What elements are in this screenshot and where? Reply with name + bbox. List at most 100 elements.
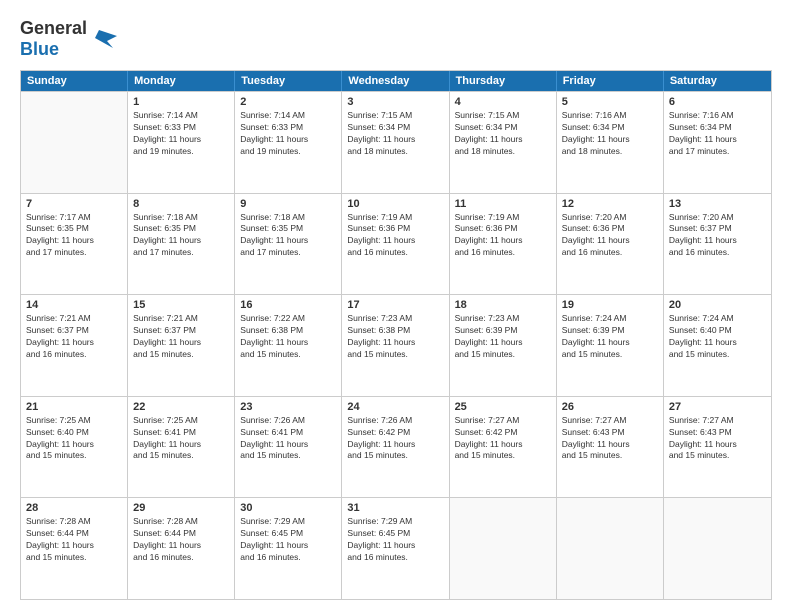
day-info-3: Sunrise: 7:15 AMSunset: 6:34 PMDaylight:… xyxy=(347,110,443,158)
day-16: 16Sunrise: 7:22 AMSunset: 6:38 PMDayligh… xyxy=(235,295,342,396)
day-number-13: 13 xyxy=(669,198,766,210)
dow-sunday: Sunday xyxy=(21,71,128,91)
logo-blue: Blue xyxy=(20,39,59,59)
day-info-19: Sunrise: 7:24 AMSunset: 6:39 PMDaylight:… xyxy=(562,313,658,361)
day-5: 5 Sunrise: 7:16 AMSunset: 6:34 PMDaylight… xyxy=(557,92,664,193)
dow-wednesday: Wednesday xyxy=(342,71,449,91)
day-number-19: 19 xyxy=(562,299,658,311)
day-31: 31 Sunrise: 7:29 AMSunset: 6:45 PMDayligh… xyxy=(342,498,449,599)
day-20: 20 Sunrise: 7:24 AMSunset: 6:40 PMDayligh… xyxy=(664,295,771,396)
empty-cell-w5-d7 xyxy=(664,498,771,599)
day-28: 28 Sunrise: 7:28 AMSunset: 6:44 PMDayligh… xyxy=(21,498,128,599)
day-info-6: Sunrise: 7:16 AMSunset: 6:34 PMDaylight:… xyxy=(669,110,766,158)
day-number-9: 9 xyxy=(240,198,336,210)
day-info-5: Sunrise: 7:16 AMSunset: 6:34 PMDaylight:… xyxy=(562,110,658,158)
calendar-header: Sunday Monday Tuesday Wednesday Thursday… xyxy=(21,71,771,91)
day-8: 8Sunrise: 7:18 AMSunset: 6:35 PMDaylight… xyxy=(128,194,235,295)
day-number-5: 5 xyxy=(562,96,658,108)
empty-cell-w1-d1 xyxy=(21,92,128,193)
calendar-body: 1 Sunrise: 7:14 AMSunset: 6:33 PMDaylight… xyxy=(21,91,771,599)
day-info-27: Sunrise: 7:27 AMSunset: 6:43 PMDaylight:… xyxy=(669,415,766,463)
day-21: 21 Sunrise: 7:25 AMSunset: 6:40 PMDayligh… xyxy=(21,397,128,498)
day-info-17: Sunrise: 7:23 AMSunset: 6:38 PMDaylight:… xyxy=(347,313,443,361)
day-number-21: 21 xyxy=(26,401,122,413)
day-info-31: Sunrise: 7:29 AMSunset: 6:45 PMDaylight:… xyxy=(347,516,443,564)
day-17: 17 Sunrise: 7:23 AMSunset: 6:38 PMDayligh… xyxy=(342,295,449,396)
day-27: 27 Sunrise: 7:27 AMSunset: 6:43 PMDayligh… xyxy=(664,397,771,498)
day-number-29: 29 xyxy=(133,502,229,514)
day-number-18: 18 xyxy=(455,299,551,311)
logo-bird-icon xyxy=(89,28,117,50)
dow-thursday: Thursday xyxy=(450,71,557,91)
week-row-2: 7Sunrise: 7:17 AMSunset: 6:35 PMDaylight… xyxy=(21,193,771,295)
day-12: 12 Sunrise: 7:20 AMSunset: 6:36 PMDayligh… xyxy=(557,194,664,295)
day-14: 14 Sunrise: 7:21 AMSunset: 6:37 PMDayligh… xyxy=(21,295,128,396)
day-info-22: Sunrise: 7:25 AMSunset: 6:41 PMDaylight:… xyxy=(133,415,229,463)
day-number-14: 14 xyxy=(26,299,122,311)
day-number-10: 10 xyxy=(347,198,443,210)
day-number-20: 20 xyxy=(669,299,766,311)
day-info-21: Sunrise: 7:25 AMSunset: 6:40 PMDaylight:… xyxy=(26,415,122,463)
dow-friday: Friday xyxy=(557,71,664,91)
day-number-17: 17 xyxy=(347,299,443,311)
day-info-20: Sunrise: 7:24 AMSunset: 6:40 PMDaylight:… xyxy=(669,313,766,361)
day-29: 29 Sunrise: 7:28 AMSunset: 6:44 PMDayligh… xyxy=(128,498,235,599)
day-6: 6 Sunrise: 7:16 AMSunset: 6:34 PMDaylight… xyxy=(664,92,771,193)
day-number-8: 8 xyxy=(133,198,229,210)
day-info-14: Sunrise: 7:21 AMSunset: 6:37 PMDaylight:… xyxy=(26,313,122,361)
day-info-9: Sunrise: 7:18 AMSunset: 6:35 PMDaylight:… xyxy=(240,212,336,260)
day-24: 24 Sunrise: 7:26 AMSunset: 6:42 PMDayligh… xyxy=(342,397,449,498)
day-23: 23 Sunrise: 7:26 AMSunset: 6:41 PMDayligh… xyxy=(235,397,342,498)
day-4: 4Sunrise: 7:15 AMSunset: 6:34 PMDaylight… xyxy=(450,92,557,193)
page-header: General Blue xyxy=(20,18,772,60)
day-info-24: Sunrise: 7:26 AMSunset: 6:42 PMDaylight:… xyxy=(347,415,443,463)
day-18: 18 Sunrise: 7:23 AMSunset: 6:39 PMDayligh… xyxy=(450,295,557,396)
day-number-30: 30 xyxy=(240,502,336,514)
day-info-23: Sunrise: 7:26 AMSunset: 6:41 PMDaylight:… xyxy=(240,415,336,463)
day-15: 15Sunrise: 7:21 AMSunset: 6:37 PMDayligh… xyxy=(128,295,235,396)
day-info-4: Sunrise: 7:15 AMSunset: 6:34 PMDaylight:… xyxy=(455,110,551,158)
day-number-26: 26 xyxy=(562,401,658,413)
day-info-10: Sunrise: 7:19 AMSunset: 6:36 PMDaylight:… xyxy=(347,212,443,260)
day-11: 11 Sunrise: 7:19 AMSunset: 6:36 PMDayligh… xyxy=(450,194,557,295)
day-number-31: 31 xyxy=(347,502,443,514)
day-number-28: 28 xyxy=(26,502,122,514)
day-info-28: Sunrise: 7:28 AMSunset: 6:44 PMDaylight:… xyxy=(26,516,122,564)
dow-monday: Monday xyxy=(128,71,235,91)
day-13: 13 Sunrise: 7:20 AMSunset: 6:37 PMDayligh… xyxy=(664,194,771,295)
day-info-1: Sunrise: 7:14 AMSunset: 6:33 PMDaylight:… xyxy=(133,110,229,158)
day-info-18: Sunrise: 7:23 AMSunset: 6:39 PMDaylight:… xyxy=(455,313,551,361)
day-10: 10 Sunrise: 7:19 AMSunset: 6:36 PMDayligh… xyxy=(342,194,449,295)
day-info-13: Sunrise: 7:20 AMSunset: 6:37 PMDaylight:… xyxy=(669,212,766,260)
logo: General Blue xyxy=(20,18,117,60)
day-number-6: 6 xyxy=(669,96,766,108)
day-info-12: Sunrise: 7:20 AMSunset: 6:36 PMDaylight:… xyxy=(562,212,658,260)
day-22: 22Sunrise: 7:25 AMSunset: 6:41 PMDayligh… xyxy=(128,397,235,498)
day-number-23: 23 xyxy=(240,401,336,413)
day-number-7: 7 xyxy=(26,198,122,210)
day-26: 26 Sunrise: 7:27 AMSunset: 6:43 PMDayligh… xyxy=(557,397,664,498)
day-9: 9 Sunrise: 7:18 AMSunset: 6:35 PMDaylight… xyxy=(235,194,342,295)
dow-saturday: Saturday xyxy=(664,71,771,91)
day-number-1: 1 xyxy=(133,96,229,108)
day-info-11: Sunrise: 7:19 AMSunset: 6:36 PMDaylight:… xyxy=(455,212,551,260)
day-3: 3 Sunrise: 7:15 AMSunset: 6:34 PMDaylight… xyxy=(342,92,449,193)
calendar: Sunday Monday Tuesday Wednesday Thursday… xyxy=(20,70,772,600)
day-2: 2Sunrise: 7:14 AMSunset: 6:33 PMDaylight… xyxy=(235,92,342,193)
day-number-15: 15 xyxy=(133,299,229,311)
day-number-11: 11 xyxy=(455,198,551,210)
day-info-26: Sunrise: 7:27 AMSunset: 6:43 PMDaylight:… xyxy=(562,415,658,463)
day-number-12: 12 xyxy=(562,198,658,210)
day-info-30: Sunrise: 7:29 AMSunset: 6:45 PMDaylight:… xyxy=(240,516,336,564)
dow-tuesday: Tuesday xyxy=(235,71,342,91)
day-number-24: 24 xyxy=(347,401,443,413)
day-1: 1 Sunrise: 7:14 AMSunset: 6:33 PMDaylight… xyxy=(128,92,235,193)
day-number-2: 2 xyxy=(240,96,336,108)
day-19: 19 Sunrise: 7:24 AMSunset: 6:39 PMDayligh… xyxy=(557,295,664,396)
day-number-3: 3 xyxy=(347,96,443,108)
day-7: 7Sunrise: 7:17 AMSunset: 6:35 PMDaylight… xyxy=(21,194,128,295)
day-number-25: 25 xyxy=(455,401,551,413)
empty-cell-w5-d5 xyxy=(450,498,557,599)
day-number-27: 27 xyxy=(669,401,766,413)
day-info-29: Sunrise: 7:28 AMSunset: 6:44 PMDaylight:… xyxy=(133,516,229,564)
